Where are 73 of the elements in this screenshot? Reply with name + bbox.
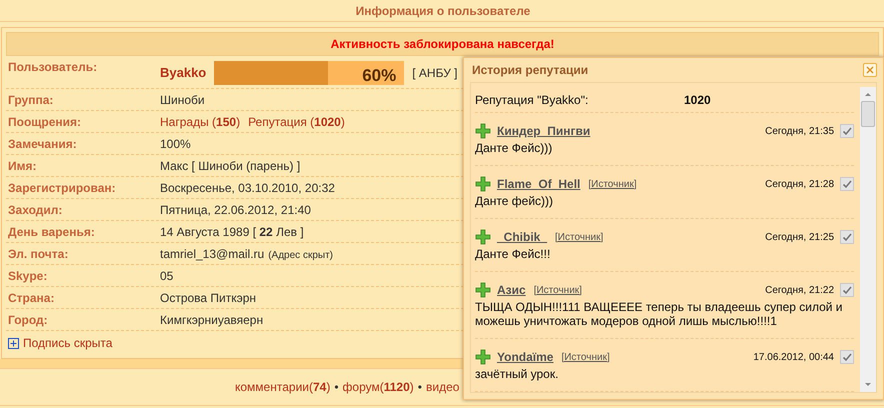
footer-link[interactable]: комментарии(74) <box>235 378 330 396</box>
author-link[interactable]: Yondaïme <box>497 348 554 366</box>
field-label: День варенья: <box>7 224 96 240</box>
source-link[interactable]: [Источник] <box>555 230 604 244</box>
check-icon[interactable] <box>840 283 854 297</box>
entry-time: Сегодня, 21:28 <box>765 178 834 192</box>
banner-text: Активность заблокирована навсегда! <box>330 36 554 53</box>
field-value: 100% <box>160 136 191 152</box>
field-label: Город: <box>7 312 49 328</box>
signature-toggle[interactable]: Подпись скрыта <box>23 334 112 352</box>
field-label: Эл. почта: <box>7 246 70 262</box>
author-link[interactable]: Киндер_Пингви <box>497 122 590 140</box>
email-note: (Адрес скрыт) <box>268 248 333 262</box>
entry-time: Сегодня, 21:25 <box>765 230 834 244</box>
section-title: Информация о пользователе <box>354 2 530 20</box>
stat-link[interactable]: Репутация (1020) <box>248 112 345 130</box>
footer-link[interactable]: форум(1120) <box>342 378 414 396</box>
scroll-thumb[interactable] <box>861 101 875 127</box>
field-value: Острова Питкэрн <box>160 290 256 306</box>
check-icon[interactable] <box>840 350 854 364</box>
popup-title: История репутации <box>471 62 588 79</box>
scrollbar[interactable] <box>860 87 876 392</box>
check-icon[interactable] <box>840 230 854 244</box>
plus-icon <box>475 349 491 365</box>
field-label: Имя: <box>7 158 38 174</box>
author-link[interactable]: _Chibik_ <box>497 228 548 246</box>
field-label: Пользователь: <box>7 59 98 76</box>
plus-box-icon[interactable] <box>8 338 19 348</box>
entry-comment: Данте Фейс))) <box>475 140 554 155</box>
author-link[interactable]: Flame_Of_Hell <box>497 175 580 193</box>
activity-percent: 60% <box>362 65 396 87</box>
source-link[interactable]: [Источник] <box>534 282 582 298</box>
source-link[interactable]: [Источник] <box>588 176 637 192</box>
plus-icon <box>475 176 491 192</box>
entry-time: 17.06.2012, 00:44 <box>753 350 834 364</box>
bullet-separator: • <box>334 379 339 396</box>
plus-icon <box>475 229 491 245</box>
user-name[interactable]: Byakko <box>160 63 206 83</box>
field-label: Поощрения: <box>7 114 82 130</box>
summary-label: Репутация "Byakko": <box>475 92 590 108</box>
field-label: Заходил: <box>7 202 64 218</box>
field-value: Шиноби <box>160 92 205 108</box>
close-button[interactable] <box>863 63 877 77</box>
summary-value: 1020 <box>684 92 711 108</box>
field-label: Зарегистрирован: <box>7 180 117 196</box>
source-link[interactable]: [Источник] <box>561 350 610 364</box>
plus-icon <box>475 123 491 139</box>
field-label: Замечания: <box>7 136 78 152</box>
entry-comment: ТЫЩА ОДЫН!!!111 ВАЩЕЕЕЕ теперь ты владеешь супер силой и можешь уничтожать модеров одной лишь мыслью!!!!1 <box>475 299 844 328</box>
author-link[interactable]: Азис <box>497 281 526 299</box>
footer-link[interactable]: видео <box>426 378 460 396</box>
plus-icon <box>475 282 491 298</box>
check-icon[interactable] <box>840 124 854 138</box>
email-value: tamriel_13@mail.ru <box>160 246 264 262</box>
field-label: Skype: <box>7 268 48 284</box>
field-label: Группа: <box>7 92 54 108</box>
entry-time: Сегодня, 21:22 <box>765 284 834 298</box>
field-value: 14 Августа 1989 [ 22 Лев ] <box>160 224 304 240</box>
check-icon[interactable] <box>840 177 854 191</box>
entry-comment: Данте Фейс!!! <box>475 246 552 261</box>
field-value: Пятница, 22.06.2012, 21:40 <box>160 202 311 218</box>
field-value: 05 <box>160 268 174 284</box>
stat-link[interactable]: Награды (150) <box>160 112 240 130</box>
entry-time: Сегодня, 21:35 <box>765 124 834 138</box>
close-icon <box>866 66 874 74</box>
field-label: Страна: <box>7 290 56 306</box>
entry-comment: Данте фейс))) <box>475 193 554 208</box>
field-value: Кимгкэрниуавяерн <box>160 312 264 328</box>
field-value: Воскресенье, 03.10.2010, 20:32 <box>160 180 335 196</box>
entry-comment: зачётный урок. <box>475 366 560 381</box>
bullet-separator: • <box>418 379 422 396</box>
field-value: Макс [ Шиноби (парень) ] <box>160 158 300 174</box>
rank-label: [ АНБУ ] <box>412 65 458 82</box>
